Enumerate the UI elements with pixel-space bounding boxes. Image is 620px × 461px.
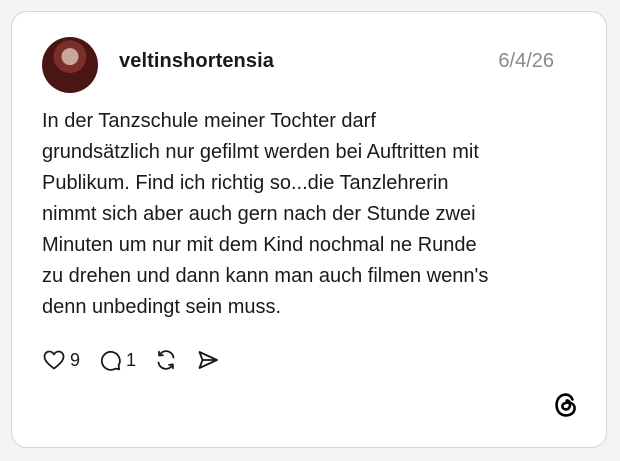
post-text-line: In der Tanzschule meiner Tochter darf [42, 110, 376, 132]
post-text-line: grundsätzlich nur gefilmt werden bei Auf… [42, 141, 479, 163]
heart-icon [43, 350, 65, 370]
post-text: In der Tanzschule meiner Tochter darf gr… [42, 106, 582, 323]
post-text-line: denn unbedingt sein muss. [42, 296, 282, 318]
action-bar: 9 1 [42, 345, 238, 375]
avatar[interactable] [42, 37, 98, 93]
share-button[interactable] [196, 348, 220, 372]
threads-logo-icon[interactable] [552, 391, 580, 419]
repost-button[interactable] [154, 348, 178, 372]
repost-arrows-icon [157, 350, 175, 370]
reply-button[interactable]: 1 [98, 348, 136, 372]
like-button[interactable]: 9 [42, 348, 80, 372]
post-card: veltinshortensia 6/4/26 In der Tanzschul… [11, 11, 607, 448]
username[interactable]: veltinshortensia [119, 50, 274, 73]
post-text-line: Publikum. Find ich richtig so...die Tanz… [42, 172, 449, 194]
reply-count: 1 [126, 349, 137, 370]
post-date: 6/4/26 [498, 50, 554, 72]
speech-bubble-icon [100, 350, 121, 371]
like-count: 9 [70, 349, 81, 370]
post-text-line: Minuten um nur mit dem Kind nochmal ne R… [42, 234, 477, 256]
post-text-line: nimmt sich aber auch gern nach der Stund… [42, 203, 476, 225]
post-text-line: zu drehen und dann kann man auch filmen … [42, 265, 489, 287]
send-arrow-icon [198, 351, 218, 369]
